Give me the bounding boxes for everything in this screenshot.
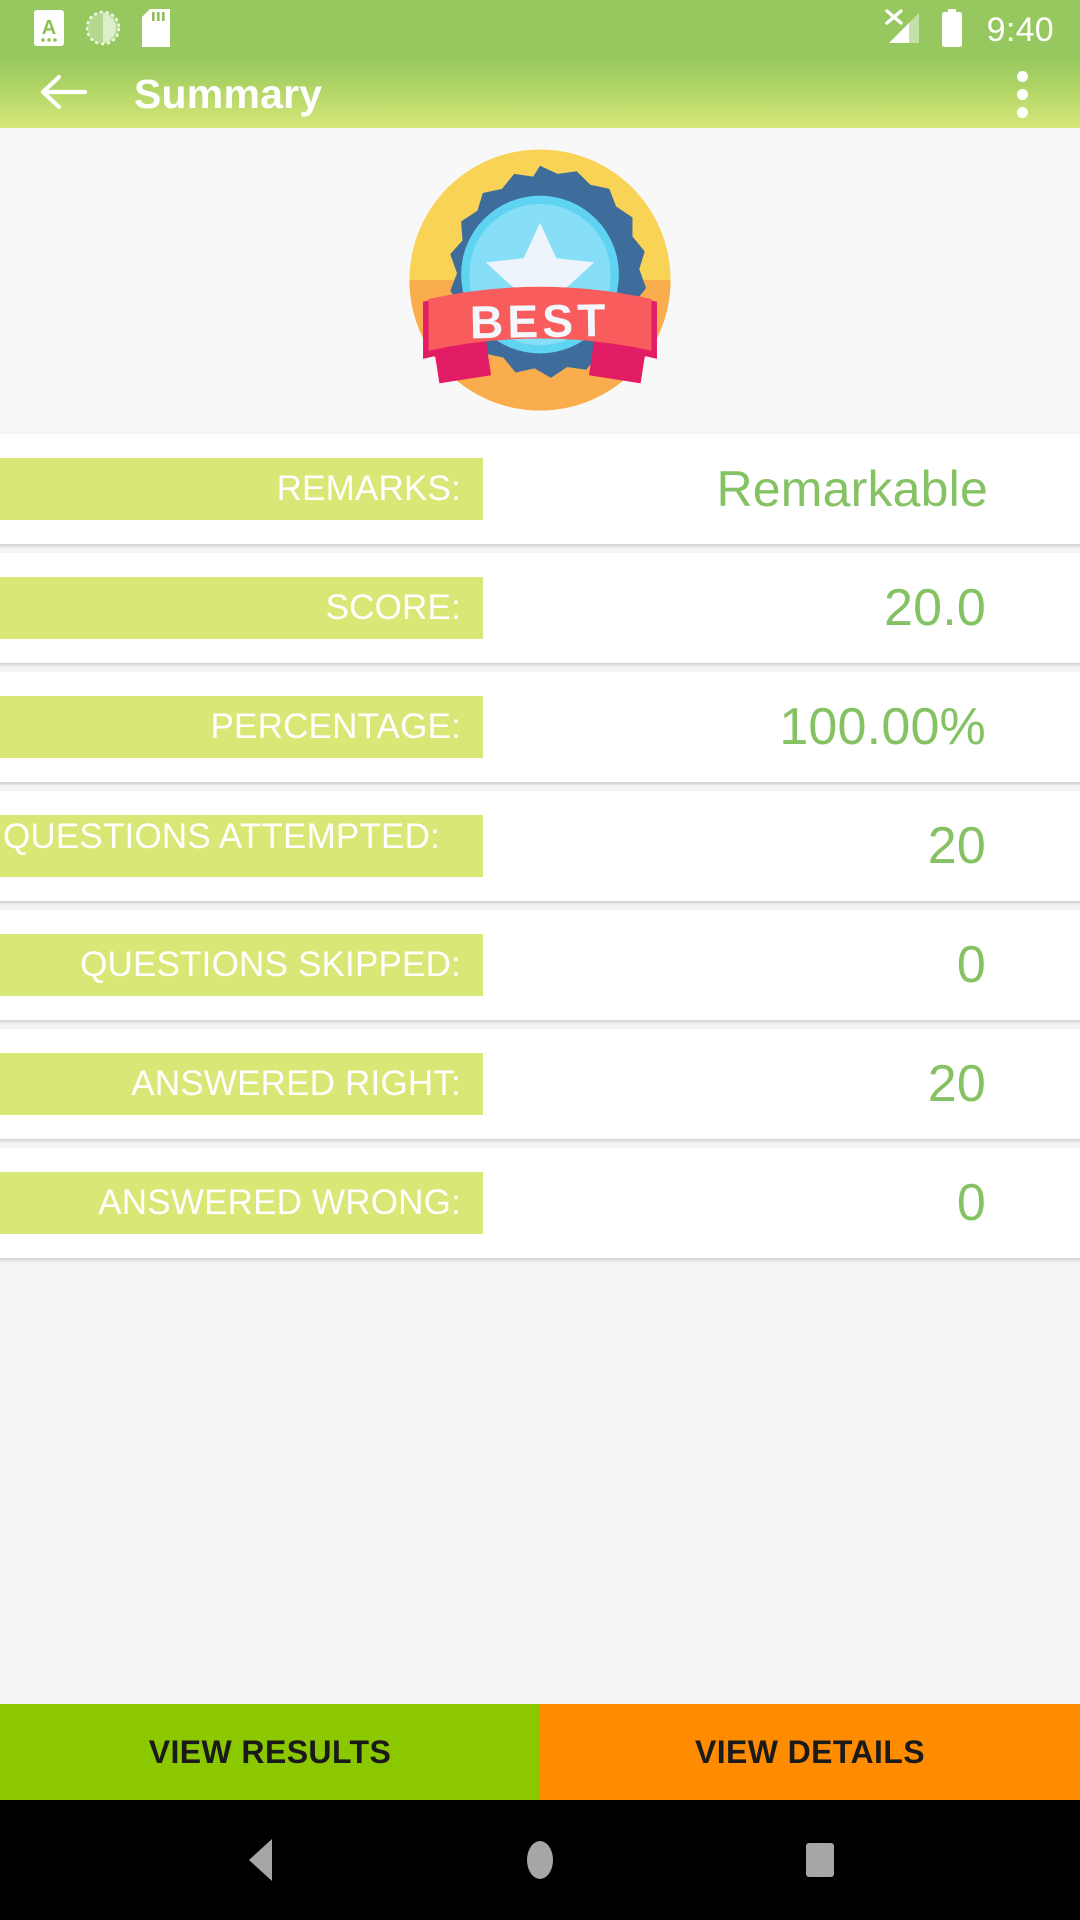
nav-back-button[interactable] <box>215 1815 305 1905</box>
status-bar-clock: 9:40 <box>986 11 1054 49</box>
view-details-button[interactable]: VIEW DETAILS <box>540 1704 1080 1800</box>
svg-text:A: A <box>42 17 56 39</box>
svg-text:BEST: BEST <box>469 293 610 347</box>
row-label-chip: ANSWERED WRONG: <box>0 1172 483 1234</box>
row-label-chip: SCORE: <box>0 577 483 639</box>
status-bar-left-icons: A <box>34 8 170 52</box>
summary-list: REMARKS: Remarkable SCORE: 20.0 PERCENTA… <box>0 431 1080 1704</box>
summary-row-remarks: REMARKS: Remarkable <box>0 434 1080 544</box>
view-results-button[interactable]: VIEW RESULTS <box>0 1704 540 1800</box>
row-label-chip: PERCENTAGE: <box>0 696 483 758</box>
status-bar-right-icons: 9:40 <box>879 8 1054 52</box>
nav-recents-button[interactable] <box>775 1815 865 1905</box>
signal-no-sim-icon <box>879 8 921 52</box>
app-bar: Summary <box>0 60 1080 128</box>
row-label: QUESTIONS ATTEMPTED: <box>2 817 440 856</box>
row-value: 20.0 <box>883 579 986 637</box>
row-label-chip: QUESTIONS SKIPPED: <box>0 934 483 996</box>
row-value: 0 <box>956 1174 986 1232</box>
badge-area: BEST <box>0 128 1080 431</box>
row-label-chip: QUESTIONS ATTEMPTED: <box>0 815 483 877</box>
page-title: Summary <box>134 70 323 117</box>
arrow-left-icon <box>39 71 91 118</box>
row-value: 0 <box>956 936 986 994</box>
summary-row-percentage: PERCENTAGE: 100.00% <box>0 672 1080 782</box>
summary-row-questions-attempted: QUESTIONS ATTEMPTED: 20 <box>0 791 1080 901</box>
row-label: ANSWERED RIGHT: <box>131 1064 461 1104</box>
status-bar: A 9:40 <box>0 0 1080 60</box>
summary-row-questions-skipped: QUESTIONS SKIPPED: 0 <box>0 910 1080 1020</box>
overflow-menu-button[interactable] <box>994 63 1050 125</box>
more-vertical-icon <box>1016 70 1028 118</box>
screen-capture-icon <box>85 10 121 51</box>
row-label: QUESTIONS SKIPPED: <box>80 945 461 985</box>
row-label: PERCENTAGE: <box>210 707 461 747</box>
row-label: REMARKS: <box>276 469 461 509</box>
summary-row-answered-right: ANSWERED RIGHT: 20 <box>0 1029 1080 1139</box>
nav-home-icon <box>527 1841 553 1879</box>
nav-recents-icon <box>806 1843 834 1877</box>
best-award-badge-icon: BEST <box>404 144 676 416</box>
row-value: 20 <box>927 817 986 875</box>
sd-card-icon <box>142 8 170 52</box>
nav-back-icon <box>248 1839 272 1881</box>
row-value: 100.00% <box>779 698 986 756</box>
battery-full-icon <box>941 8 963 52</box>
row-label-chip: ANSWERED RIGHT: <box>0 1053 483 1115</box>
row-label: ANSWERED WRONG: <box>98 1183 461 1223</box>
summary-row-answered-wrong: ANSWERED WRONG: 0 <box>0 1148 1080 1258</box>
action-button-bar: VIEW RESULTS VIEW DETAILS <box>0 1704 1080 1800</box>
android-navigation-bar <box>0 1800 1080 1920</box>
row-label-chip: REMARKS: <box>0 458 483 520</box>
row-label: SCORE: <box>325 588 461 628</box>
row-value: Remarkable <box>716 461 988 517</box>
nav-home-button[interactable] <box>495 1815 585 1905</box>
summary-row-score: SCORE: 20.0 <box>0 553 1080 663</box>
app-notification-icon: A <box>34 9 64 51</box>
back-button[interactable] <box>34 63 96 125</box>
row-value: 20 <box>927 1055 986 1113</box>
phone-screen: A 9:40 Summary BEST REMARKS: Remarkable … <box>0 0 1080 1920</box>
